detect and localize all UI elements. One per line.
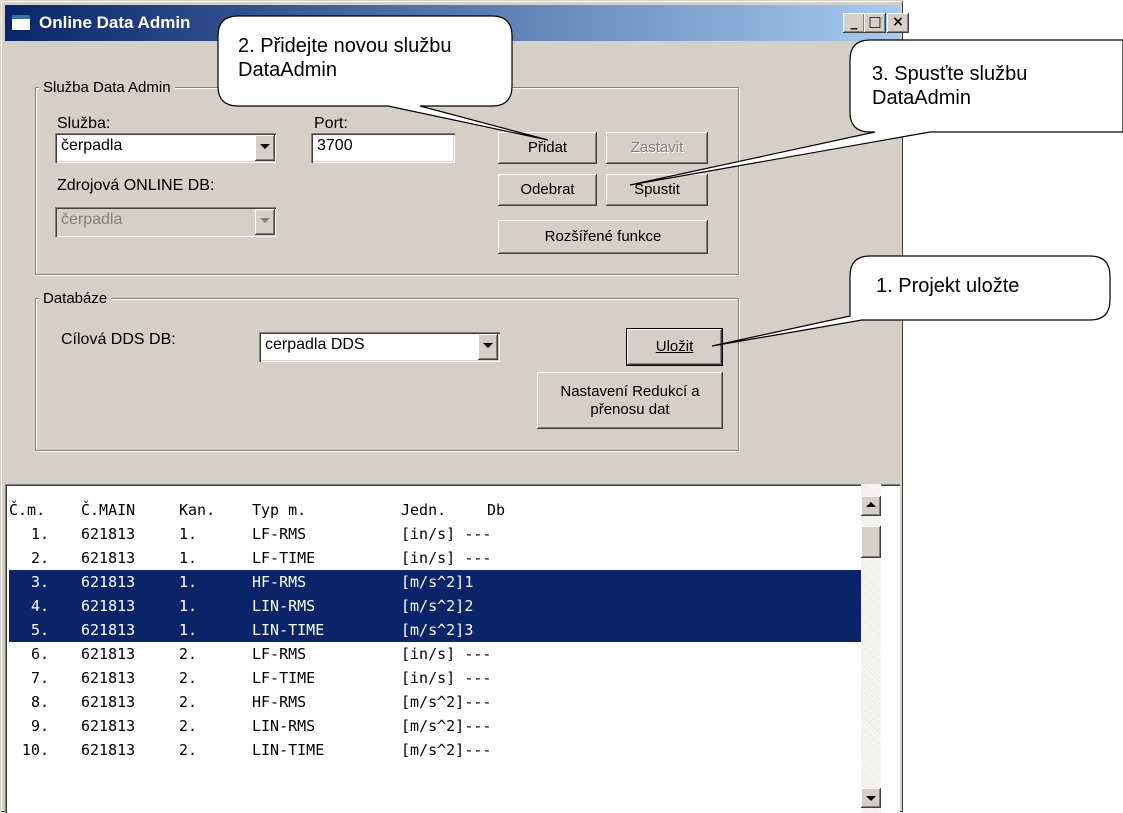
callout-add-service-text: 2. Přidejte novou službu DataAdmin — [238, 35, 452, 81]
callout-start-service-text: 3. Spusťte službu DataAdmin — [872, 63, 1028, 109]
callout-save-project-text: 1. Projekt uložte — [876, 275, 1020, 297]
callout-save-project-bubble — [711, 255, 1111, 347]
callout-layer — [217, 15, 1123, 347]
